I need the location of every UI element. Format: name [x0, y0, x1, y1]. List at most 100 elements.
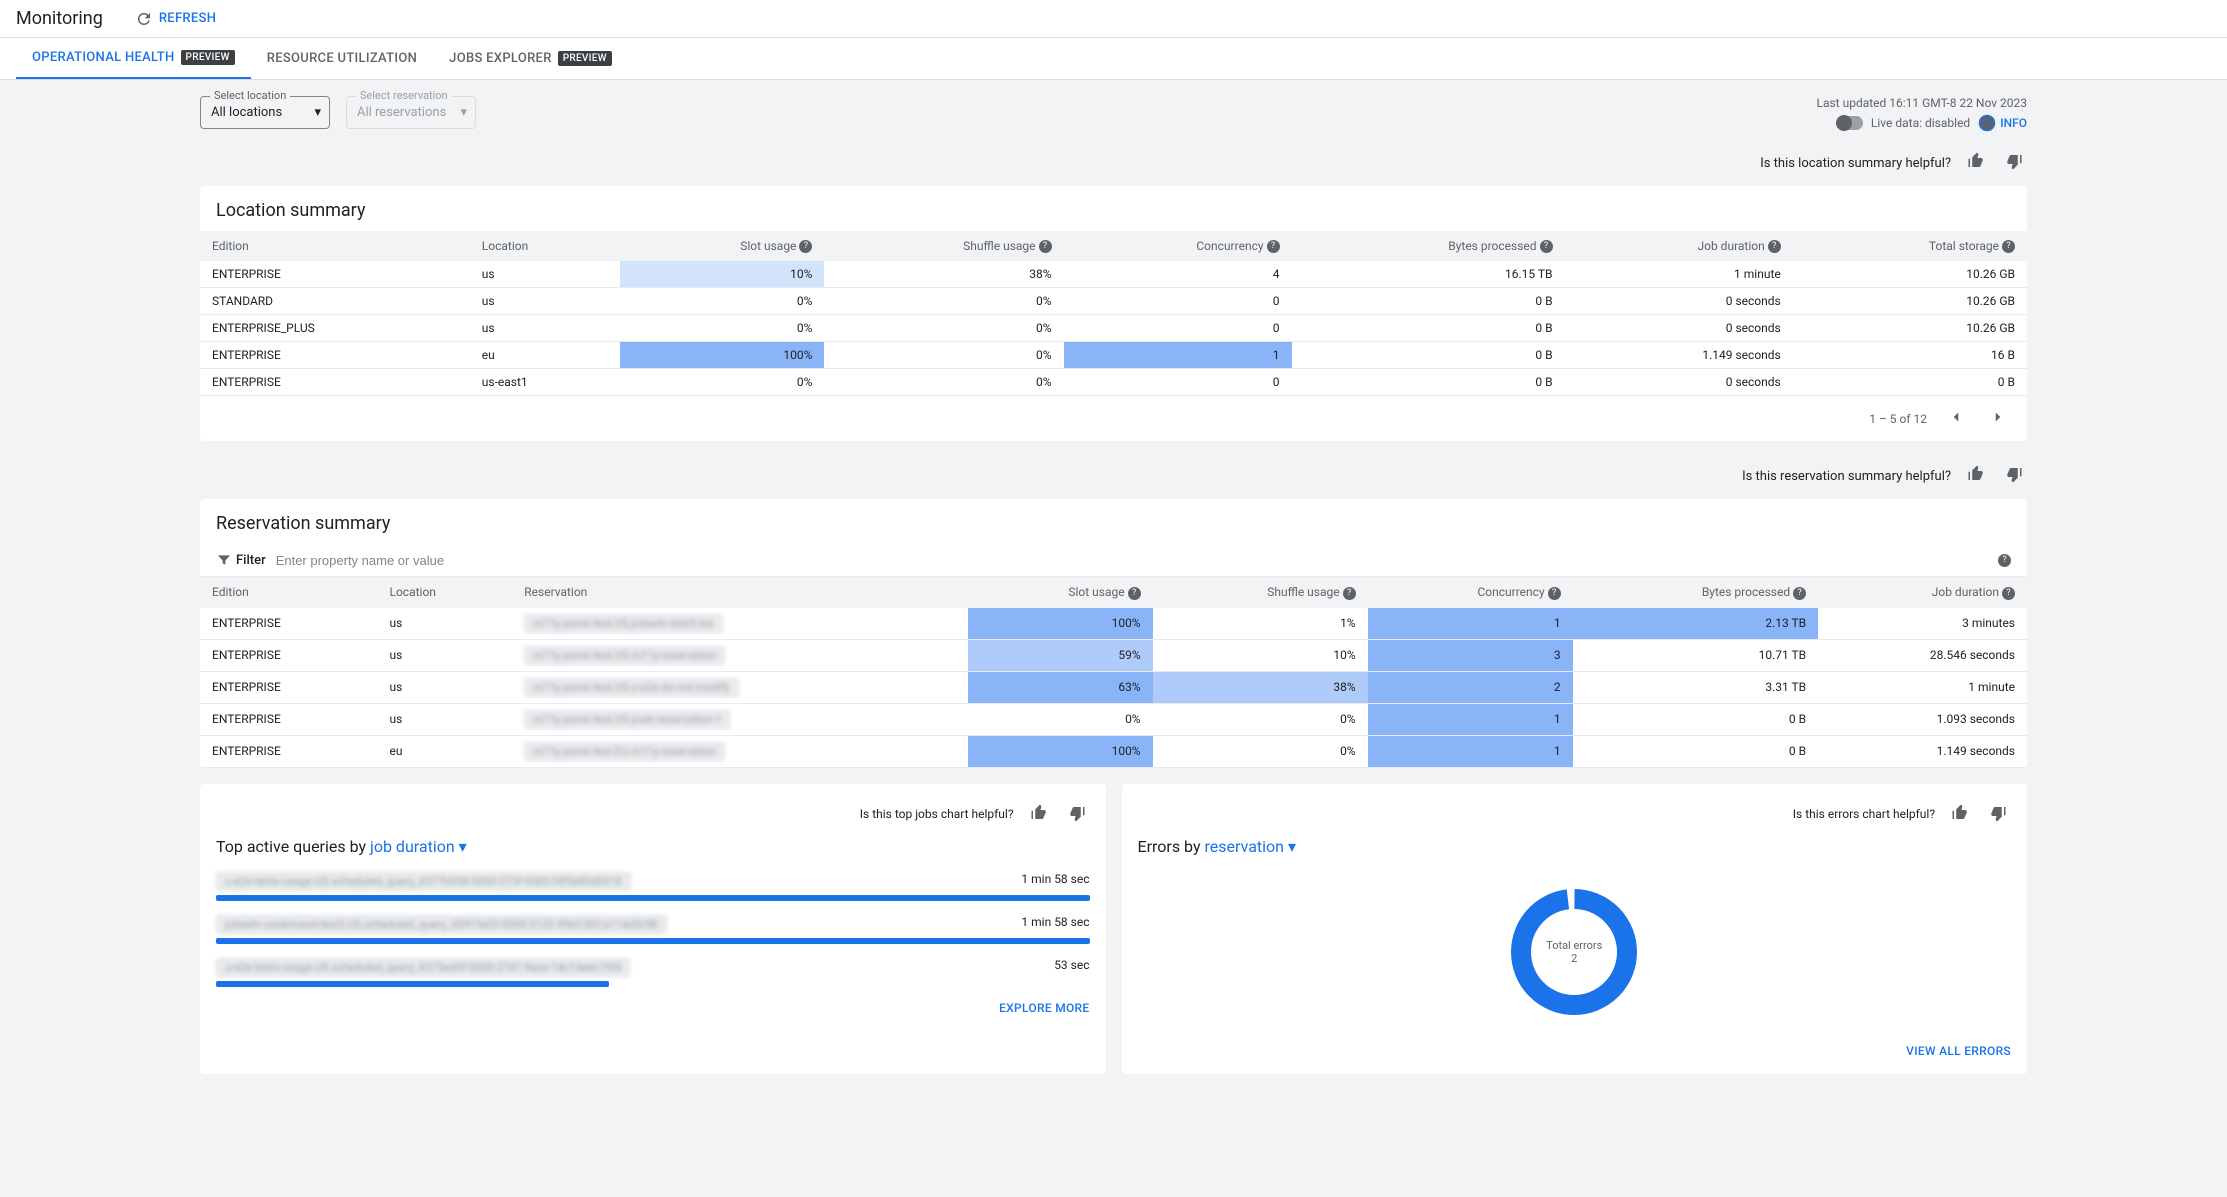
cell-shuffle: 0% [824, 288, 1063, 315]
help-icon[interactable]: ? [799, 240, 812, 253]
help-icon[interactable]: ? [1267, 240, 1280, 253]
query-value: 1 min 58 sec [1021, 872, 1089, 891]
help-icon[interactable]: ? [1768, 240, 1781, 253]
query-label[interactable]: u-e2e-tests-usage.US.scheduled_query_657… [216, 958, 630, 977]
query-label[interactable]: jutawhr-ondemand-test3.US.scheduled_quer… [216, 915, 667, 934]
table-row[interactable]: ENTERPRISEeum11y-ponix-test.EU.m11y-rese… [200, 735, 2027, 767]
last-updated: Last updated 16:11 GMT-8 22 Nov 2023 [1817, 96, 2028, 110]
thumbs-down-button[interactable] [2001, 461, 2027, 491]
help-icon[interactable]: ? [1039, 240, 1052, 253]
live-data-toggle[interactable] [1837, 116, 1863, 130]
next-page-button[interactable] [1985, 404, 2011, 433]
reservation-dropdown[interactable]: reservation ▾ [1205, 837, 1296, 856]
donut-center-label: Total errors [1546, 939, 1602, 952]
help-icon[interactable]: ? [1343, 587, 1356, 600]
location-pagination: 1 – 5 of 12 [200, 396, 2027, 441]
column-header: Location [470, 231, 620, 261]
table-row[interactable]: ENTERPRISEusm11y-ponix-test.US.yueh-rese… [200, 703, 2027, 735]
table-row[interactable]: ENTERPRISEusm11y-ponix-test.US.jutawhr-t… [200, 608, 2027, 640]
location-select-label: Select location [210, 89, 290, 102]
reservation-chip[interactable]: m11y-ponix-test.US.yueh-reservation-1 [524, 710, 730, 729]
cell-edition: ENTERPRISE [200, 703, 377, 735]
preview-badge: PREVIEW [558, 51, 612, 66]
prev-page-button[interactable] [1943, 404, 1969, 433]
cell-duration: 1.093 seconds [1818, 703, 2027, 735]
page-title: Monitoring [16, 8, 103, 29]
cell-duration: 3 minutes [1818, 608, 2027, 640]
queries-list: u-e2e-tests-usage.US.scheduled_query_657… [216, 872, 1090, 987]
column-header: Job duration? [1818, 577, 2027, 607]
cell-bytes: 0 B [1292, 288, 1565, 315]
cell-edition: ENTERPRISE [200, 261, 470, 288]
reservation-feedback: Is this reservation summary helpful? [0, 457, 2227, 499]
cell-storage: 10.26 GB [1793, 288, 2027, 315]
cell-storage: 10.26 GB [1793, 261, 2027, 288]
column-header: Shuffle usage? [1153, 577, 1368, 607]
column-header: Job duration? [1565, 231, 1793, 261]
help-icon[interactable]: ? [1540, 240, 1553, 253]
reservation-chip[interactable]: m11y-ponix-test.US.u-e2e-do-not-modify [524, 678, 738, 697]
thumbs-up-button[interactable] [1963, 148, 1989, 178]
table-row[interactable]: ENTERPRISEusm11y-ponix-test.US.u-e2e-do-… [200, 671, 2027, 703]
column-header: Bytes processed? [1573, 577, 1819, 607]
reservation-chip[interactable]: m11y-ponix-test.US.jutawhr-test3-res [524, 614, 723, 633]
refresh-button[interactable]: REFRESH [135, 10, 216, 28]
tab-resource-utilization[interactable]: RESOURCE UTILIZATION [251, 38, 433, 79]
errors-donut: Total errors 2 [1138, 872, 2012, 1032]
controls-row: Select location All locations ▾ Select r… [0, 80, 2227, 144]
live-data-label: Live data: disabled [1871, 116, 1970, 130]
help-icon[interactable]: ? [1548, 587, 1561, 600]
thumbs-down-button[interactable] [1064, 800, 1090, 829]
location-summary-title: Location summary [200, 186, 2027, 231]
view-all-errors-link[interactable]: VIEW ALL ERRORS [1138, 1044, 2012, 1058]
tab-jobs-explorer[interactable]: JOBS EXPLORERPREVIEW [433, 38, 628, 79]
help-icon[interactable]: ? [1128, 587, 1141, 600]
thumbs-down-button[interactable] [1985, 800, 2011, 829]
query-row: u-e2e-tests-usage.US.scheduled_query_657… [216, 872, 1090, 901]
content: Select location All locations ▾ Select r… [0, 80, 2227, 1197]
column-header: Total storage? [1793, 231, 2027, 261]
filter-input[interactable] [276, 553, 1998, 568]
cell-edition: ENTERPRISE [200, 671, 377, 703]
table-row[interactable]: ENTERPRISEeu100%0%10 B1.149 seconds16 B [200, 342, 2027, 369]
location-summary-panel: Location summary EditionLocationSlot usa… [200, 186, 2027, 441]
query-label[interactable]: u-e2e-tests-usage.US.scheduled_query_657… [216, 872, 631, 891]
cell-storage: 10.26 GB [1793, 315, 2027, 342]
thumbs-up-button[interactable] [1963, 461, 1989, 491]
bottom-panels: Is this top jobs chart helpful? Top acti… [0, 784, 2227, 1090]
cell-slot: 63% [968, 671, 1152, 703]
cell-slot: 59% [968, 639, 1152, 671]
table-row[interactable]: STANDARDus0%0%00 B0 seconds10.26 GB [200, 288, 2027, 315]
cell-location: us [470, 315, 620, 342]
cell-edition: ENTERPRISE [200, 342, 470, 369]
cell-bytes: 0 B [1292, 342, 1565, 369]
cell-conc: 3 [1368, 639, 1573, 671]
help-icon[interactable]: ? [1793, 587, 1806, 600]
thumbs-down-button[interactable] [2001, 148, 2027, 178]
preview-badge: PREVIEW [181, 50, 235, 65]
filter-icon [216, 552, 232, 568]
thumbs-up-button[interactable] [1026, 800, 1052, 829]
column-header: Slot usage? [968, 577, 1152, 607]
donut-center-value: 2 [1546, 952, 1602, 965]
help-icon[interactable]: ? [2002, 587, 2015, 600]
thumbs-up-button[interactable] [1947, 800, 1973, 829]
cell-location: eu [470, 342, 620, 369]
table-row[interactable]: ENTERPRISEusm11y-ponix-test.US.m11y-rese… [200, 639, 2027, 671]
cell-bytes: 0 B [1573, 703, 1819, 735]
help-icon[interactable]: ? [2002, 240, 2015, 253]
explore-more-link[interactable]: EXPLORE MORE [216, 1001, 1090, 1015]
query-head: jutawhr-ondemand-test3.US.scheduled_quer… [216, 915, 1090, 934]
help-icon[interactable]: ? [1998, 554, 2011, 567]
info-button[interactable]: INFO [1978, 114, 2027, 132]
table-row[interactable]: ENTERPRISE_PLUSus0%0%00 B0 seconds10.26 … [200, 315, 2027, 342]
reservation-chip[interactable]: m11y-ponix-test.EU.m11y-reservation [524, 742, 725, 761]
cell-reservation: m11y-ponix-test.US.yueh-reservation-1 [512, 703, 968, 735]
job-duration-dropdown[interactable]: job duration ▾ [370, 837, 467, 856]
column-header: Concurrency? [1064, 231, 1292, 261]
cell-edition: ENTERPRISE [200, 735, 377, 767]
table-row[interactable]: ENTERPRISEus-east10%0%00 B0 seconds0 B [200, 369, 2027, 396]
reservation-chip[interactable]: m11y-ponix-test.US.m11y-reservation [524, 646, 725, 665]
table-row[interactable]: ENTERPRISEus10%38%416.15 TB1 minute10.26… [200, 261, 2027, 288]
tab-operational-health[interactable]: OPERATIONAL HEALTHPREVIEW [16, 38, 251, 79]
